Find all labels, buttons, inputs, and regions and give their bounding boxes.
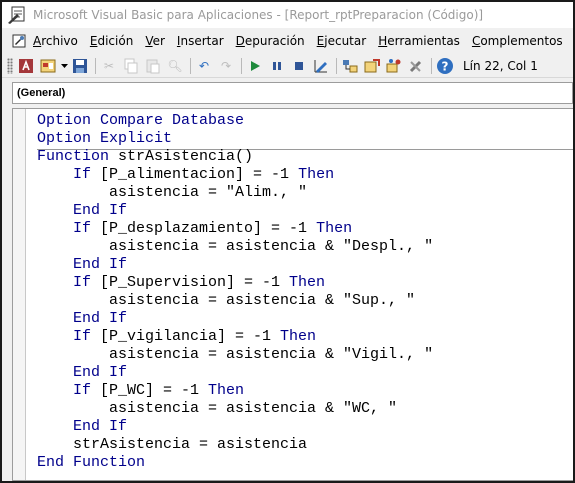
access-icon[interactable]: [16, 56, 36, 76]
code-keyword: End If: [37, 310, 128, 327]
code-keyword: End If: [37, 418, 128, 435]
menu-edicion[interactable]: Edición: [90, 34, 133, 48]
cursor-position: Lín 22, Col 1: [463, 58, 538, 73]
dropdown-arrow-icon[interactable]: [60, 56, 68, 76]
code-line[interactable]: Function strAsistencia(): [37, 148, 433, 166]
menu-depuracion[interactable]: Depuración: [236, 34, 305, 48]
insert-module-icon[interactable]: [38, 56, 58, 76]
redo-icon[interactable]: ↷: [216, 56, 236, 76]
code-keyword: Option Explicit: [37, 130, 173, 147]
properties-icon[interactable]: [362, 56, 382, 76]
code-line[interactable]: If [P_desplazamiento] = -1 Then: [37, 220, 433, 238]
menu-ejecutar[interactable]: Ejecutar: [317, 34, 367, 48]
code-text: asistencia = asistencia & "WC, ": [37, 400, 398, 417]
standard-toolbar: ✂ 🔍︎ ↶ ↷ ? Lín 22, Col 1: [2, 54, 573, 78]
object-combobox[interactable]: (General): [12, 82, 573, 104]
code-keyword: Option Compare Database: [37, 112, 245, 129]
code-keyword: End If: [37, 364, 128, 381]
reset-icon[interactable]: [289, 56, 309, 76]
save-icon[interactable]: [70, 56, 90, 76]
cut-icon[interactable]: ✂: [99, 56, 119, 76]
code-window-icon[interactable]: [11, 33, 27, 49]
code-text: [P_WC] = -1: [100, 382, 209, 399]
code-keyword: Then: [280, 328, 317, 345]
code-line[interactable]: If [P_Supervision] = -1 Then: [37, 274, 433, 292]
code-line[interactable]: If [P_alimentacion] = -1 Then: [37, 166, 433, 184]
code-line[interactable]: End Function: [37, 454, 433, 472]
code-lines: Option Compare Database Option Explicit Fu…: [37, 112, 433, 472]
code-line[interactable]: asistencia = asistencia & "Sup., ": [37, 292, 433, 310]
title-bar[interactable]: Microsoft Visual Basic para Aplicaciones…: [2, 2, 573, 28]
undo-icon[interactable]: ↶: [194, 56, 214, 76]
code-keyword: If: [37, 166, 101, 183]
toolbar-separator: [190, 57, 191, 74]
code-text: [P_desplazamiento] = -1: [100, 220, 317, 237]
break-icon[interactable]: [267, 56, 287, 76]
code-keyword: Then: [289, 274, 326, 291]
help-icon[interactable]: ?: [435, 56, 455, 76]
code-line[interactable]: asistencia = asistencia & "Despl., ": [37, 238, 433, 256]
code-text: [P_Supervision] = -1: [100, 274, 290, 291]
menu-complementos[interactable]: Complementos: [472, 34, 563, 48]
copy-icon[interactable]: [121, 56, 141, 76]
toolbar-grip-icon[interactable]: [7, 57, 13, 74]
code-line[interactable]: strAsistencia = asistencia: [37, 436, 433, 454]
code-text: [P_alimentacion] = -1: [100, 166, 299, 183]
toolbar-separator: [241, 57, 242, 74]
code-keyword: If: [37, 274, 101, 291]
code-line[interactable]: If [P_WC] = -1 Then: [37, 382, 433, 400]
code-keyword: If: [37, 328, 101, 345]
code-line[interactable]: End If: [37, 364, 433, 382]
menu-ver[interactable]: Ver: [145, 34, 165, 48]
code-line[interactable]: End If: [37, 256, 433, 274]
code-keyword: End Function: [37, 454, 146, 471]
code-line[interactable]: End If: [37, 202, 433, 220]
code-keyword: Function: [37, 148, 119, 165]
code-line[interactable]: End If: [37, 310, 433, 328]
code-text: [P_vigilancia] = -1: [100, 328, 281, 345]
code-text: asistencia = "Alim., ": [37, 184, 308, 201]
code-text: strAsistencia = asistencia: [37, 436, 308, 453]
code-line[interactable]: asistencia = asistencia & "WC, ": [37, 400, 433, 418]
run-icon[interactable]: [245, 56, 265, 76]
menu-archivo[interactable]: Archivo: [33, 34, 78, 48]
code-text: strAsistencia(): [118, 148, 254, 165]
toolbar-separator: [431, 57, 432, 74]
code-keyword: End If: [37, 202, 128, 219]
code-text: asistencia = asistencia & "Sup., ": [37, 292, 416, 309]
svg-text:?: ?: [442, 59, 449, 73]
code-keyword: Then: [316, 220, 353, 237]
code-line[interactable]: asistencia = "Alim., ": [37, 184, 433, 202]
vba-app-icon[interactable]: [7, 5, 27, 25]
object-selector-row: (General): [2, 79, 573, 107]
paste-icon[interactable]: [143, 56, 163, 76]
code-line[interactable]: asistencia = asistencia & "Vigil., ": [37, 346, 433, 364]
code-keyword: If: [37, 220, 101, 237]
find-icon[interactable]: 🔍︎: [165, 56, 185, 76]
code-editor[interactable]: Option Compare Database Option Explicit Fu…: [12, 108, 573, 481]
code-keyword: If: [37, 382, 101, 399]
design-mode-icon[interactable]: [311, 56, 331, 76]
code-keyword: Then: [298, 166, 335, 183]
code-keyword: Then: [208, 382, 245, 399]
code-text: asistencia = asistencia & "Vigil., ": [37, 346, 434, 363]
toolbar-separator: [336, 57, 337, 74]
code-line[interactable]: If [P_vigilancia] = -1 Then: [37, 328, 433, 346]
indicator-margin[interactable]: [13, 109, 26, 480]
code-text: asistencia = asistencia & "Despl., ": [37, 238, 434, 255]
vbe-window: Microsoft Visual Basic para Aplicaciones…: [0, 0, 575, 483]
menu-herramientas[interactable]: Herramientas: [378, 34, 460, 48]
toolbox-icon[interactable]: [406, 56, 426, 76]
code-line[interactable]: Option Explicit: [37, 130, 433, 148]
code-line[interactable]: Option Compare Database: [37, 112, 433, 130]
menu-bar: Archivo Edición Ver Insertar Depuración …: [2, 29, 573, 53]
object-browser-icon[interactable]: [384, 56, 404, 76]
project-explorer-icon[interactable]: [340, 56, 360, 76]
code-line[interactable]: End If: [37, 418, 433, 436]
window-title: Microsoft Visual Basic para Aplicaciones…: [33, 8, 484, 22]
toolbar-separator: [95, 57, 96, 74]
code-keyword: End If: [37, 256, 128, 273]
menu-insertar[interactable]: Insertar: [177, 34, 224, 48]
